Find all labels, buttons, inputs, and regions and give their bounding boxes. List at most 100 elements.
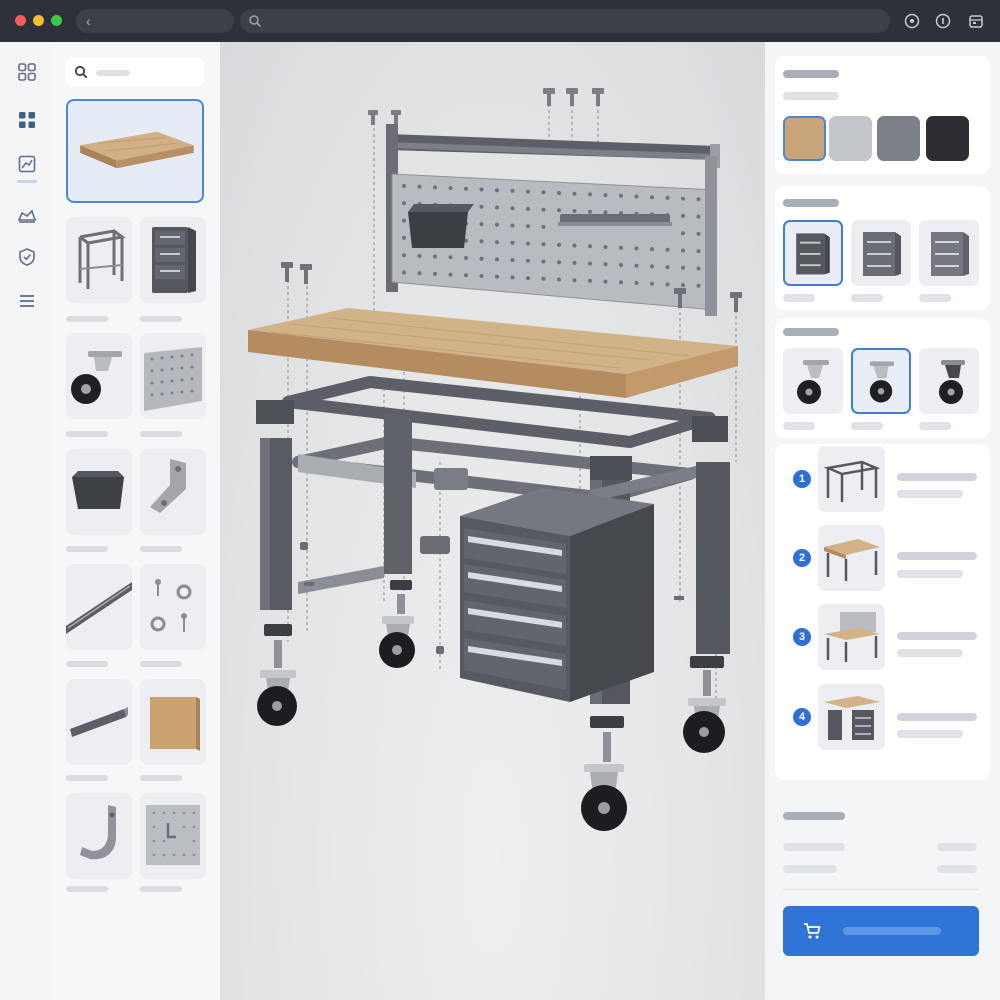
caster-option-1[interactable]: [783, 348, 843, 414]
step-1-thumbnail[interactable]: [818, 446, 885, 512]
frame-thumbnail: [78, 229, 126, 289]
top-bolts: [368, 88, 604, 125]
drawer-cabinet-thumbnail: [152, 227, 196, 293]
close-window-button[interactable]: [15, 15, 26, 26]
label-placeholder: [140, 775, 182, 781]
swatch-black[interactable]: [926, 116, 969, 161]
measure-icon[interactable]: [17, 154, 37, 174]
add-to-cart-button[interactable]: [783, 906, 979, 956]
cart-label-placeholder: [843, 927, 941, 935]
finish-title-placeholder: [783, 70, 839, 78]
cabinet-title-placeholder: [783, 199, 839, 207]
assembly-steps-card: 1 2 3 4: [775, 444, 990, 780]
address-bar[interactable]: [240, 9, 890, 33]
option-label-placeholder: [851, 422, 883, 430]
search-icon: [74, 65, 88, 79]
label-placeholder: [66, 886, 108, 892]
components-grid-icon[interactable]: [17, 62, 37, 82]
step-number: 1: [793, 470, 811, 488]
frame-step-icon: [823, 460, 881, 502]
label-placeholder: [66, 775, 108, 781]
cabinet-card: [775, 186, 990, 310]
caster-title-placeholder: [783, 328, 839, 336]
part-caster[interactable]: [66, 333, 132, 419]
caster-card: [775, 318, 990, 438]
parts-library: [52, 42, 220, 1000]
step-number: 3: [793, 628, 811, 646]
shield-icon[interactable]: [904, 13, 920, 29]
part-wood-top[interactable]: [66, 99, 204, 203]
step-title-placeholder: [897, 632, 977, 640]
cabinet-option-1[interactable]: [783, 220, 843, 286]
label-placeholder: [140, 316, 182, 322]
summary-line-placeholder: [783, 865, 837, 873]
step-4-thumbnail[interactable]: [818, 684, 885, 750]
part-hardware[interactable]: [140, 564, 206, 650]
exploded-workbench-view: [248, 88, 742, 831]
summary-line-placeholder: [783, 843, 845, 851]
calendar-icon[interactable]: [968, 13, 984, 29]
step-title-placeholder: [897, 713, 977, 721]
label-placeholder: [66, 661, 108, 667]
menu-icon[interactable]: [17, 291, 37, 311]
parts-search-input[interactable]: [66, 57, 204, 87]
option-label-placeholder: [851, 294, 883, 302]
swatch-graphite[interactable]: [877, 116, 920, 161]
part-bin[interactable]: [66, 449, 132, 535]
option-label-placeholder: [783, 294, 815, 302]
label-placeholder: [140, 886, 182, 892]
wood-top-thumbnail: [80, 131, 194, 169]
rail-thumbnail: [66, 582, 132, 634]
part-drawer-cabinet[interactable]: [140, 217, 206, 303]
pegboard-step-icon: [824, 612, 880, 662]
step-title-placeholder: [897, 552, 977, 560]
part-crossbar[interactable]: [66, 679, 132, 765]
part-pegboard[interactable]: [140, 333, 206, 419]
chevron-left-icon: ‹: [86, 13, 91, 29]
search-icon: [249, 15, 262, 28]
part-frame[interactable]: [66, 217, 132, 303]
part-wood-panel[interactable]: [140, 679, 206, 765]
caster-option-3[interactable]: [919, 348, 979, 414]
cabinet-thumbnail: [796, 233, 830, 275]
title-bar: ‹: [0, 0, 1000, 42]
part-pegboard-hooks[interactable]: [140, 793, 206, 879]
step-3-thumbnail[interactable]: [818, 604, 885, 670]
search-placeholder: [96, 70, 130, 76]
caster-thumbnail: [71, 351, 122, 404]
caster-option-2[interactable]: [851, 348, 911, 414]
pegboard-thumbnail: [144, 347, 202, 411]
step-2-thumbnail[interactable]: [818, 525, 885, 591]
part-rail[interactable]: [66, 564, 132, 650]
swatch-oak[interactable]: [783, 116, 826, 161]
option-label-placeholder: [783, 422, 815, 430]
part-hook[interactable]: [66, 793, 132, 879]
label-placeholder: [140, 661, 182, 667]
cabinet-option-2[interactable]: [851, 220, 911, 286]
label-placeholder: [140, 431, 182, 437]
material-icon[interactable]: [17, 206, 37, 226]
label-placeholder: [66, 546, 108, 552]
part-bracket[interactable]: [140, 449, 206, 535]
summary-value-placeholder: [937, 843, 977, 851]
back-button[interactable]: ‹: [76, 9, 234, 33]
cabinet-step-icon: [824, 696, 880, 740]
summary-value-placeholder: [937, 865, 977, 873]
configuration-panel: 1 2 3 4: [765, 42, 1000, 1000]
minimize-window-button[interactable]: [33, 15, 44, 26]
cabinet-option-3[interactable]: [919, 220, 979, 286]
crossbar-thumbnail: [70, 707, 128, 737]
top-step-icon: [824, 539, 880, 581]
label-placeholder: [66, 316, 108, 322]
layout-grid-icon[interactable]: [17, 110, 37, 130]
info-icon[interactable]: [935, 13, 951, 29]
step-desc-placeholder: [897, 730, 963, 738]
label-placeholder: [66, 431, 108, 437]
assembly-canvas[interactable]: [220, 42, 765, 1000]
option-label-placeholder: [919, 294, 951, 302]
shield-check-icon[interactable]: [17, 247, 37, 267]
caster-thumbnail: [939, 360, 965, 404]
swatch-brushed-steel[interactable]: [829, 116, 872, 161]
finish-card: [775, 56, 990, 174]
zoom-window-button[interactable]: [51, 15, 62, 26]
